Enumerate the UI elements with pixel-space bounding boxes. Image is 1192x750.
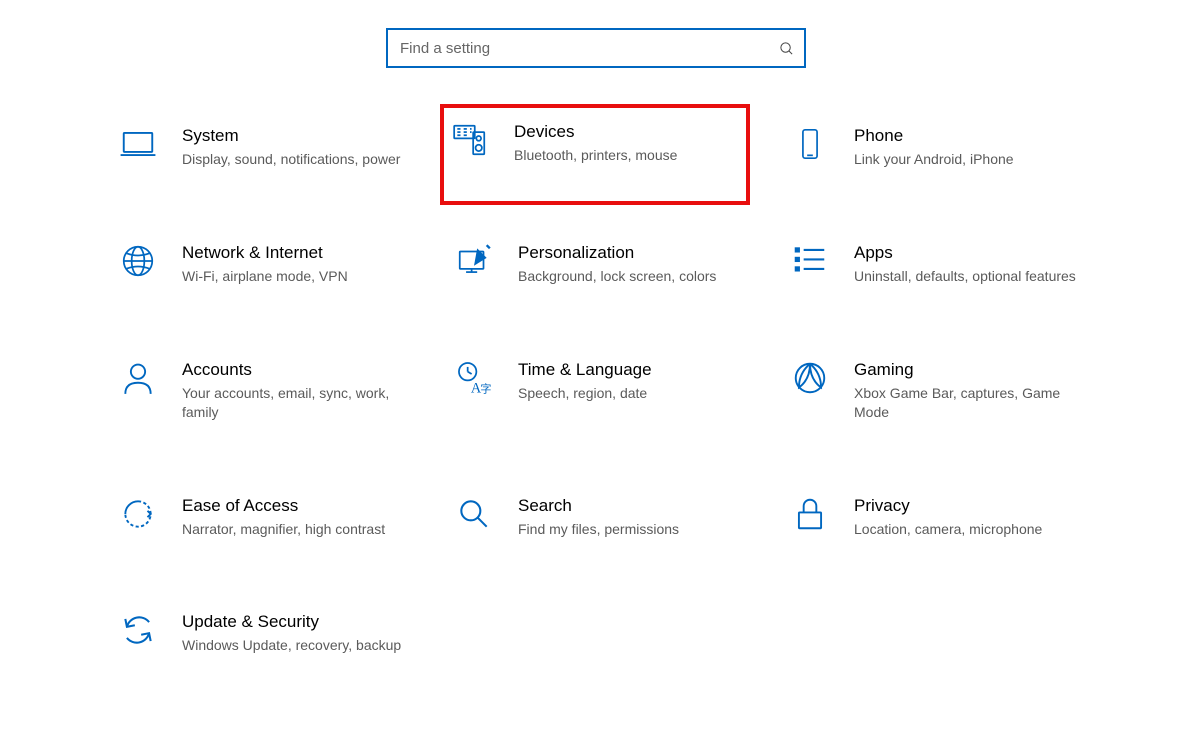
tile-text: Ease of Access Narrator, magnifier, high… [182,494,422,539]
tile-search[interactable]: Search Find my files, permissions [448,488,758,545]
time-language-icon: A 字 [454,358,494,398]
tile-text: Personalization Background, lock screen,… [518,241,758,286]
tile-desc: Background, lock screen, colors [518,267,758,286]
svg-text:字: 字 [480,381,491,395]
accounts-icon [118,358,158,398]
search-input[interactable] [388,30,768,66]
lock-icon [790,494,830,534]
tile-text: Gaming Xbox Game Bar, captures, Game Mod… [854,358,1094,422]
tile-desc: Uninstall, defaults, optional features [854,267,1094,286]
tile-title: Phone [854,126,1094,146]
tile-personalization[interactable]: Personalization Background, lock screen,… [448,235,758,292]
tile-desc: Windows Update, recovery, backup [182,636,422,655]
tile-desc: Find my files, permissions [518,520,758,539]
tile-title: Time & Language [518,360,758,380]
tile-accounts[interactable]: Accounts Your accounts, email, sync, wor… [112,352,422,428]
search-container [0,0,1192,118]
magnifier-icon [454,494,494,534]
tile-title: Gaming [854,360,1094,380]
tile-text: Phone Link your Android, iPhone [854,124,1094,169]
tile-desc: Speech, region, date [518,384,758,403]
tile-title: Ease of Access [182,496,422,516]
update-icon [118,610,158,650]
tile-title: Accounts [182,360,422,380]
tile-apps[interactable]: Apps Uninstall, defaults, optional featu… [784,235,1094,292]
tile-text: System Display, sound, notifications, po… [182,124,422,169]
tile-text: Search Find my files, permissions [518,494,758,539]
system-icon [118,124,158,164]
tile-title: System [182,126,422,146]
tile-title: Privacy [854,496,1094,516]
tile-title: Devices [514,122,740,142]
tile-network[interactable]: Network & Internet Wi-Fi, airplane mode,… [112,235,422,292]
tile-title: Apps [854,243,1094,263]
phone-icon [790,124,830,164]
tile-title: Search [518,496,758,516]
apps-icon [790,241,830,281]
tile-desc: Narrator, magnifier, high contrast [182,520,422,539]
tile-ease-of-access[interactable]: Ease of Access Narrator, magnifier, high… [112,488,422,545]
tile-privacy[interactable]: Privacy Location, camera, microphone [784,488,1094,545]
tile-desc: Display, sound, notifications, power [182,150,422,169]
tile-text: Update & Security Windows Update, recove… [182,610,422,655]
tile-system[interactable]: System Display, sound, notifications, po… [112,118,422,175]
tile-devices[interactable]: Devices Bluetooth, printers, mouse [440,104,750,205]
globe-icon [118,241,158,281]
tile-desc: Your accounts, email, sync, work, family [182,384,422,422]
tile-text: Apps Uninstall, defaults, optional featu… [854,241,1094,286]
tile-desc: Location, camera, microphone [854,520,1094,539]
tile-text: Time & Language Speech, region, date [518,358,758,403]
devices-icon [450,120,490,160]
tile-title: Personalization [518,243,758,263]
tile-text: Devices Bluetooth, printers, mouse [514,120,740,165]
gaming-icon [790,358,830,398]
tile-title: Network & Internet [182,243,422,263]
tile-phone[interactable]: Phone Link your Android, iPhone [784,118,1094,175]
tile-desc: Xbox Game Bar, captures, Game Mode [854,384,1094,422]
ease-of-access-icon [118,494,158,534]
personalization-icon [454,241,494,281]
tile-text: Network & Internet Wi-Fi, airplane mode,… [182,241,422,286]
search-icon [768,41,804,56]
tile-title: Update & Security [182,612,422,632]
tile-desc: Bluetooth, printers, mouse [514,146,740,165]
tile-gaming[interactable]: Gaming Xbox Game Bar, captures, Game Mod… [784,352,1094,428]
tile-desc: Wi-Fi, airplane mode, VPN [182,267,422,286]
search-box[interactable] [386,28,806,68]
tile-desc: Link your Android, iPhone [854,150,1094,169]
tile-text: Accounts Your accounts, email, sync, wor… [182,358,422,422]
tile-text: Privacy Location, camera, microphone [854,494,1094,539]
tile-time-language[interactable]: A 字 Time & Language Speech, region, date [448,352,758,428]
settings-grid: System Display, sound, notifications, po… [0,118,1192,661]
tile-update-security[interactable]: Update & Security Windows Update, recove… [112,604,422,661]
